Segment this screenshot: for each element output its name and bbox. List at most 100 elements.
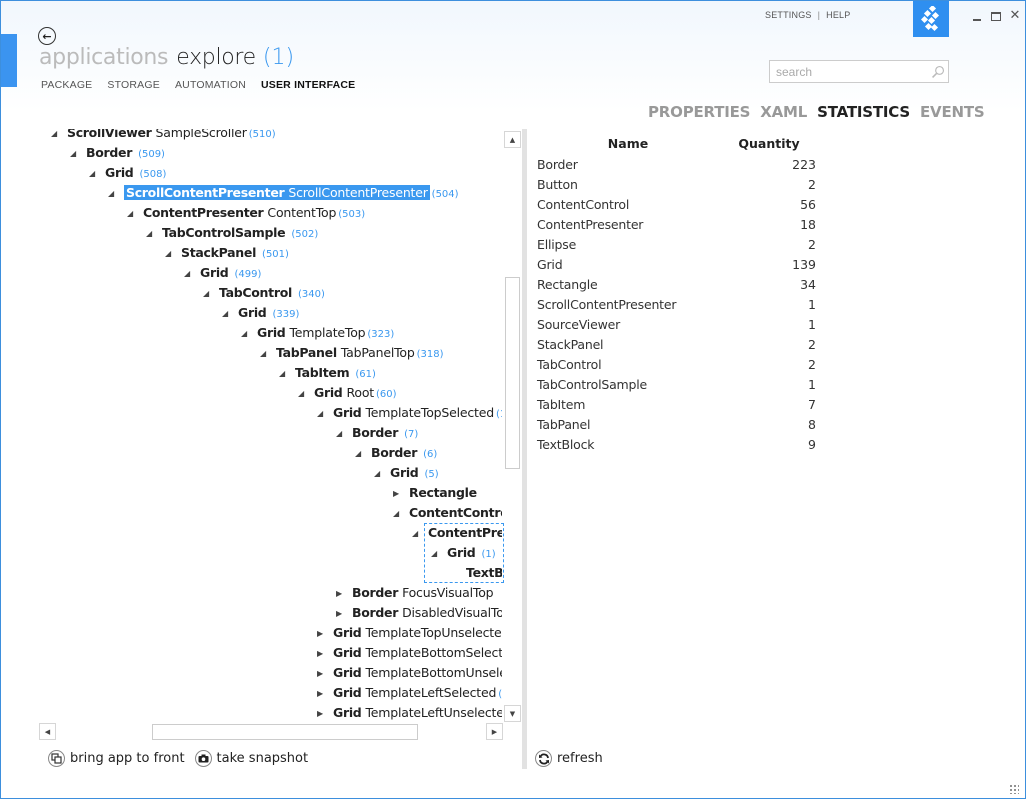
collapsed-triangle-icon[interactable]: ▶ (317, 624, 329, 644)
statistics-row[interactable]: Border 223 (537, 154, 827, 174)
expanded-triangle-icon[interactable]: ◢ (165, 244, 177, 264)
tree-node[interactable]: ▶ Rectangle (393, 483, 477, 503)
tree-node-label[interactable]: ContentPres (428, 525, 502, 540)
take-snapshot-button[interactable]: take snapshot (194, 750, 308, 767)
tab-storage[interactable]: STORAGE (107, 79, 160, 91)
tree-node[interactable]: ◢ Grid (508) (89, 163, 166, 183)
tab-events[interactable]: EVENTS (920, 103, 985, 121)
search-icon[interactable] (931, 63, 945, 81)
tree-node-label[interactable]: Grid TemplateLeftSelected (333, 685, 496, 700)
tree-node[interactable]: TextBl (450, 563, 502, 583)
tree-node[interactable]: ◢ Grid TemplateTopSelected(10 (317, 403, 502, 423)
expanded-triangle-icon[interactable]: ◢ (412, 524, 424, 544)
statistics-row[interactable]: Rectangle 34 (537, 274, 827, 294)
collapsed-triangle-icon[interactable]: ▶ (317, 704, 329, 724)
expanded-triangle-icon[interactable]: ◢ (279, 364, 291, 384)
tree-node[interactable]: ▶ Grid TemplateTopUnselected (317, 623, 502, 643)
minimize-button[interactable] (971, 9, 983, 23)
tree-node-label[interactable]: Grid TemplateTopSelected (333, 405, 494, 420)
tree-node-label[interactable]: Grid TemplateBottomSelected (333, 645, 502, 660)
tree-node-label[interactable]: Border (371, 445, 421, 460)
tree-node-label[interactable]: TabControlSample (162, 225, 289, 240)
tree-node-label[interactable]: TextBl (466, 565, 502, 580)
expanded-triangle-icon[interactable]: ◢ (374, 464, 386, 484)
panel-splitter[interactable] (522, 129, 527, 769)
tree-node[interactable]: ◢ StackPanel (501) (165, 243, 289, 263)
tree-node[interactable]: ◢ Border (6) (355, 443, 437, 463)
bring-app-to-front-button[interactable]: bring app to front (48, 750, 185, 767)
statistics-row[interactable]: TabPanel 8 (537, 414, 827, 434)
tab-xaml[interactable]: XAML (760, 103, 807, 121)
tree-node-label[interactable]: StackPanel (181, 245, 260, 260)
scroll-up-button[interactable]: ▲ (504, 131, 521, 148)
tree-vertical-scrollbar[interactable]: ▲ ▼ (503, 129, 522, 723)
tree-node[interactable]: ◢ Border (509) (70, 143, 165, 163)
tree-node-label[interactable]: Grid (200, 265, 232, 280)
statistics-row[interactable]: ScrollContentPresenter 1 (537, 294, 827, 314)
tree-node-label[interactable]: Grid (105, 165, 137, 180)
tree-node-label[interactable]: Grid TemplateTop (257, 325, 366, 340)
tree-node-label[interactable]: TabItem (295, 365, 353, 380)
expanded-triangle-icon[interactable]: ◢ (70, 144, 82, 164)
expanded-triangle-icon[interactable]: ◢ (108, 184, 120, 204)
tree-node[interactable]: ▶ Border DisabledVisualTop (336, 603, 502, 623)
expanded-triangle-icon[interactable]: ◢ (393, 504, 405, 524)
statistics-row[interactable]: ContentPresenter 18 (537, 214, 827, 234)
tree-node[interactable]: ◢ TabPanel TabPanelTop (318) (260, 343, 443, 363)
tree-node-label[interactable]: Grid TemplateTopUnselected (333, 625, 502, 640)
search-input[interactable] (770, 61, 931, 82)
collapsed-triangle-icon[interactable]: ▶ (317, 644, 329, 664)
tree-node-label[interactable]: ScrollViewer SampleScroller (67, 129, 247, 140)
tree-node-label[interactable]: Grid (447, 545, 479, 560)
tree-node-label[interactable]: Grid (238, 305, 270, 320)
tree-node[interactable]: ◢ ContentControl (393, 503, 502, 523)
tree-node-label[interactable]: ContentPresenter ContentTop (143, 205, 336, 220)
tree-node-label[interactable]: ScrollContentPresenter ScrollContentPres… (124, 185, 430, 200)
resize-grip[interactable] (1009, 784, 1019, 794)
statistics-row[interactable]: TabItem 7 (537, 394, 827, 414)
expanded-triangle-icon[interactable]: ◢ (203, 284, 215, 304)
tree-node[interactable]: ◢ TabControlSample (502) (146, 223, 318, 243)
maximize-button[interactable] (990, 9, 1002, 23)
tree-node[interactable]: ▶ Grid TemplateLeftUnselected (317, 703, 502, 723)
statistics-row[interactable]: TabControlSample 1 (537, 374, 827, 394)
tree-horizontal-scrollbar[interactable]: ◀ ▶ (39, 723, 504, 741)
tree-node[interactable]: ◢ ContentPresenter ContentTop (503) (127, 203, 365, 223)
breadcrumb-applications[interactable]: applications (39, 45, 169, 70)
expanded-triangle-icon[interactable]: ◢ (317, 404, 329, 424)
statistics-row[interactable]: TabControl 2 (537, 354, 827, 374)
statistics-row[interactable]: Ellipse 2 (537, 234, 827, 254)
tree-node[interactable]: ◢ Grid (499) (184, 263, 261, 283)
tree-node-label[interactable]: ContentControl (409, 505, 502, 520)
scroll-left-button[interactable]: ◀ (39, 723, 56, 740)
tree-node-label[interactable]: Grid Root (314, 385, 374, 400)
settings-link[interactable]: SETTINGS (765, 10, 812, 20)
tab-user-interface[interactable]: USER INTERFACE (261, 79, 355, 91)
tree-node-label[interactable]: TabControl (219, 285, 296, 300)
tree-node[interactable]: ◢ ScrollContentPresenter ScrollContentPre… (108, 183, 459, 203)
tree-node[interactable]: ◢ Grid (1) (431, 543, 496, 563)
tab-statistics[interactable]: STATISTICS (817, 103, 910, 121)
tree-node[interactable]: ◢ TabItem (61) (279, 363, 376, 383)
tree-node-label[interactable]: Rectangle (409, 485, 477, 500)
close-button[interactable]: ✕ (1009, 9, 1021, 23)
expanded-triangle-icon[interactable]: ◢ (260, 344, 272, 364)
expanded-triangle-icon[interactable]: ◢ (336, 424, 348, 444)
tab-automation[interactable]: AUTOMATION (175, 79, 246, 91)
tree-node-label[interactable]: Border (86, 145, 136, 160)
tree-node-label[interactable]: Grid TemplateBottomUnselected (333, 665, 502, 680)
refresh-button[interactable]: refresh (535, 750, 603, 767)
tree-node[interactable]: ◢ Border (7) (336, 423, 418, 443)
tree-node-label[interactable]: Grid TemplateLeftUnselected (333, 705, 502, 720)
expanded-triangle-icon[interactable]: ◢ (222, 304, 234, 324)
statistics-row[interactable]: StackPanel 2 (537, 334, 827, 354)
scroll-down-button[interactable]: ▼ (504, 705, 521, 722)
tree-node[interactable]: ◢ Grid TemplateTop (323) (241, 323, 394, 343)
expanded-triangle-icon[interactable]: ◢ (127, 204, 139, 224)
tree-node[interactable]: ◢ TabControl (340) (203, 283, 325, 303)
expanded-triangle-icon[interactable]: ◢ (51, 129, 63, 144)
column-header-name[interactable]: Name (537, 136, 719, 151)
tree-node-label[interactable]: Grid (390, 465, 422, 480)
expanded-triangle-icon[interactable]: ◢ (146, 224, 158, 244)
collapsed-triangle-icon[interactable]: ▶ (317, 664, 329, 684)
